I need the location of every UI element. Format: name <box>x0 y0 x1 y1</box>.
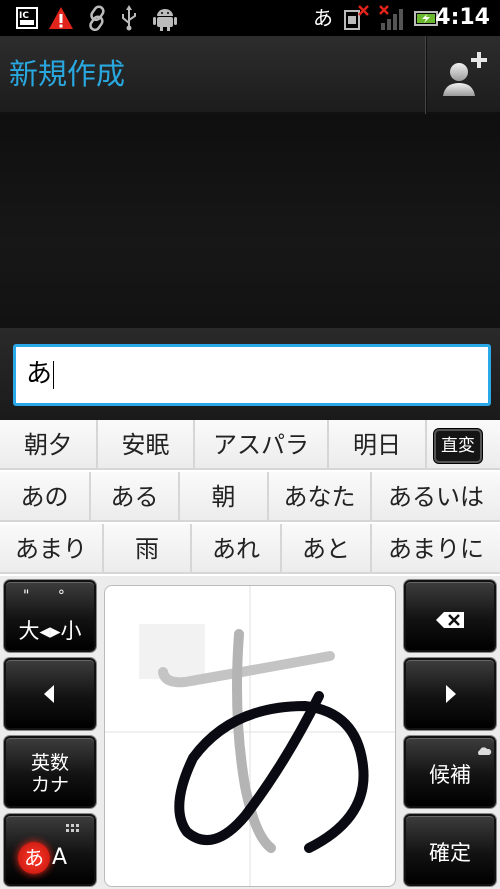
sim-error-icon <box>344 5 369 30</box>
candidate-row: 朝夕 安眠 アスパラ 明日 直変 <box>0 420 500 470</box>
page-title: 新規作成 <box>9 57 126 91</box>
ime-indicator: あ <box>313 6 333 30</box>
backspace-key[interactable] <box>404 580 496 652</box>
candidate-item[interactable]: 明日 <box>329 420 427 470</box>
direct-convert-button[interactable]: 直変 <box>434 429 482 463</box>
action-bar: 新規作成 <box>0 36 500 114</box>
candidate-item[interactable]: あなた <box>269 472 372 522</box>
usb-icon <box>122 5 136 31</box>
handwriting-strokes <box>105 586 395 886</box>
clock: 4:14 <box>435 5 490 30</box>
candidate-row: あまり 雨 あれ あと あまりに <box>0 524 500 574</box>
candidate-item[interactable]: あるいは <box>372 472 500 522</box>
candidate-item[interactable]: 朝夕 <box>0 420 98 470</box>
candidate-item[interactable]: あまりに <box>372 524 500 574</box>
compose-bar: あ <box>0 328 500 420</box>
text-cursor <box>53 360 55 389</box>
candidate-item[interactable]: あと <box>282 524 372 574</box>
svg-text:IC: IC <box>19 11 29 21</box>
input-mode-key[interactable]: あ A <box>4 814 96 886</box>
candidate-item[interactable]: 雨 <box>104 524 192 574</box>
candidate-item[interactable]: あの <box>0 472 91 522</box>
case-toggle-label: 大◂▸小 <box>18 619 82 643</box>
android-debug-icon <box>153 9 177 31</box>
message-input[interactable]: あ <box>13 344 491 406</box>
candidate-key[interactable]: 候補 <box>404 736 496 808</box>
case-toggle-marks: " ° <box>23 588 77 604</box>
confirm-key[interactable]: 確定 <box>404 814 496 886</box>
candidate-item[interactable]: あまり <box>0 524 104 574</box>
alpha-mode-label: A <box>52 845 68 870</box>
add-contact-button[interactable] <box>425 36 500 114</box>
candidate-item[interactable]: 安眠 <box>98 420 195 470</box>
cursor-right-key[interactable] <box>404 658 496 730</box>
arrow-right-icon <box>446 685 456 703</box>
candidate-key-label: 候補 <box>429 763 471 787</box>
mode-alnum-kana-key[interactable]: 英数 カナ <box>4 736 96 808</box>
status-bar: IC あ 4:14 <box>0 0 500 36</box>
grid-dots-icon <box>66 824 79 832</box>
case-toggle-key[interactable]: " ° 大◂▸小 <box>4 580 96 652</box>
warning-icon <box>49 7 73 29</box>
signal-no-service-icon <box>379 5 403 30</box>
confirm-key-label: 確定 <box>429 841 471 865</box>
mode-key-line2: カナ <box>30 774 69 796</box>
candidate-row: あの ある 朝 あなた あるいは <box>0 472 500 522</box>
message-area <box>0 114 500 328</box>
kana-mode-badge: あ <box>18 842 50 874</box>
candidate-item[interactable]: アスパラ <box>195 420 329 470</box>
handwriting-keyboard: " ° 大◂▸小 英数 カナ あ A 候補 確定 <box>0 576 500 889</box>
handwriting-pad[interactable] <box>104 585 396 887</box>
candidate-item[interactable]: あれ <box>192 524 282 574</box>
message-input-value: あ <box>26 359 53 389</box>
add-contact-icon <box>443 52 487 96</box>
arrow-left-icon <box>44 685 54 703</box>
link-icon <box>89 5 105 31</box>
candidate-item[interactable]: 朝 <box>180 472 269 522</box>
cloud-icon <box>478 747 492 755</box>
ic-tag-icon: IC <box>16 7 38 29</box>
backspace-icon <box>436 612 464 628</box>
candidate-item[interactable]: ある <box>91 472 180 522</box>
candidate-list: 朝夕 安眠 アスパラ 明日 直変 あの ある 朝 あなた あるいは あまり 雨 … <box>0 420 500 576</box>
cursor-left-key[interactable] <box>4 658 96 730</box>
